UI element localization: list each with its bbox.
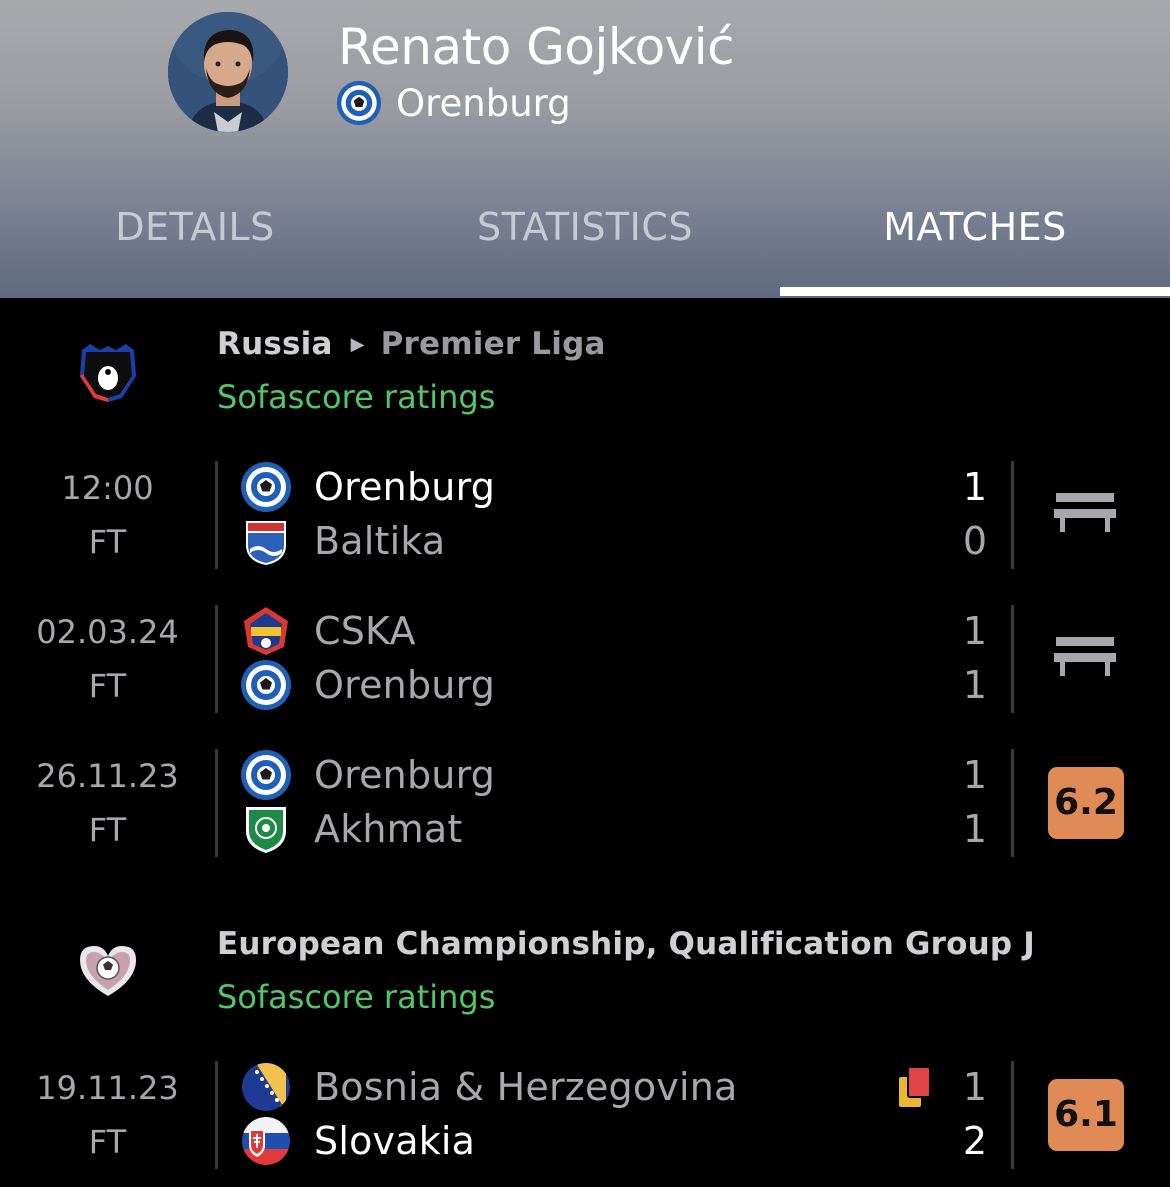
away-team: Baltika [240, 515, 445, 567]
away-team-name: Orenburg [314, 663, 496, 707]
player-name: Renato Gojković [338, 18, 735, 76]
tab-matches[interactable]: MATCHES [780, 190, 1170, 264]
match-status: FT [88, 1123, 127, 1161]
match-status: FT [88, 811, 127, 849]
home-team-name: Bosnia & Herzegovina [314, 1065, 738, 1109]
player-team-name: Orenburg [396, 81, 571, 125]
away-score: 0 [962, 519, 988, 563]
player-avatar [168, 12, 288, 132]
sofascore-ratings-label: Sofascore ratings [217, 978, 496, 1016]
match-time: 12:00 [61, 469, 154, 507]
home-score: 1 [962, 1065, 988, 1109]
divider [215, 461, 218, 569]
away-team: Akhmat [240, 803, 463, 855]
bosnia-flag-icon [242, 1063, 290, 1111]
league-name: European Championship, Qualification Gro… [217, 926, 1035, 962]
player-team[interactable]: Orenburg [336, 80, 571, 126]
home-score: 1 [962, 609, 988, 653]
away-score: 1 [962, 663, 988, 707]
cska-crest-icon [244, 607, 288, 655]
home-score: 1 [962, 465, 988, 509]
match-row[interactable]: 26.11.23 FT Orenburg Akhmat 1 1 6.2 [0, 749, 1170, 857]
tab-statistics[interactable]: STATISTICS [390, 190, 780, 264]
tab-details[interactable]: DETAILS [0, 190, 390, 264]
match-row[interactable]: 02.03.24 FT CSKA Orenburg 1 1 [0, 605, 1170, 713]
away-score: 2 [962, 1119, 988, 1163]
home-team-name: Orenburg [314, 465, 496, 509]
match-row[interactable]: 12:00 FT Orenburg Baltika 1 0 [0, 461, 1170, 569]
slovakia-flag-icon [242, 1117, 290, 1165]
sofascore-ratings-label: Sofascore ratings [217, 378, 496, 416]
home-team: CSKA [240, 605, 416, 657]
yellow-red-card-icon [899, 1066, 931, 1107]
home-team-name: CSKA [314, 609, 416, 653]
divider [215, 605, 218, 713]
match-time: 02.03.24 [36, 613, 179, 651]
home-score: 1 [962, 753, 988, 797]
active-tab-indicator [780, 287, 1170, 296]
russian-premier-liga-logo-icon [80, 344, 136, 402]
away-team: Orenburg [240, 659, 495, 711]
bench-icon [1054, 637, 1116, 676]
match-time: 26.11.23 [36, 757, 179, 795]
breadcrumb-arrow-icon: ▶ [350, 333, 365, 355]
divider [215, 1061, 218, 1169]
match-row[interactable]: 19.11.23 FT Bosnia & Herzegovina Slovaki… [0, 1061, 1170, 1169]
away-team-name: Baltika [314, 519, 446, 563]
divider [215, 749, 218, 857]
akhmat-crest-icon [246, 807, 286, 853]
euro-qualification-logo-icon [80, 946, 136, 996]
divider [1011, 605, 1014, 713]
orenburg-crest-icon [241, 660, 291, 710]
home-team-name: Orenburg [314, 753, 496, 797]
player-rating-badge[interactable]: 6.2 [1048, 767, 1124, 839]
match-time: 19.11.23 [36, 1069, 179, 1107]
away-team-name: Slovakia [314, 1119, 476, 1163]
orenburg-crest-icon [241, 750, 291, 800]
match-status: FT [88, 667, 127, 705]
home-team: Orenburg [240, 749, 495, 801]
divider [1011, 1061, 1014, 1169]
orenburg-crest-icon [241, 462, 291, 512]
bench-icon [1054, 493, 1116, 532]
divider [1011, 461, 1014, 569]
player-header: Renato Gojković Orenburg DETAILS STATIST… [0, 0, 1170, 298]
home-team: Bosnia & Herzegovina [240, 1061, 738, 1113]
home-team: Orenburg [240, 461, 495, 513]
league-name: Premier Liga [380, 326, 606, 362]
league-country: Russia [217, 326, 333, 362]
baltika-crest-icon [246, 521, 286, 565]
away-score: 1 [962, 807, 988, 851]
orenburg-crest-icon [336, 80, 382, 126]
away-team-name: Akhmat [314, 807, 463, 851]
match-status: FT [88, 523, 127, 561]
divider [1011, 749, 1014, 857]
player-rating-badge[interactable]: 6.1 [1048, 1079, 1124, 1151]
away-team: Slovakia [240, 1115, 475, 1167]
tab-bar: DETAILS STATISTICS MATCHES [0, 190, 1170, 298]
